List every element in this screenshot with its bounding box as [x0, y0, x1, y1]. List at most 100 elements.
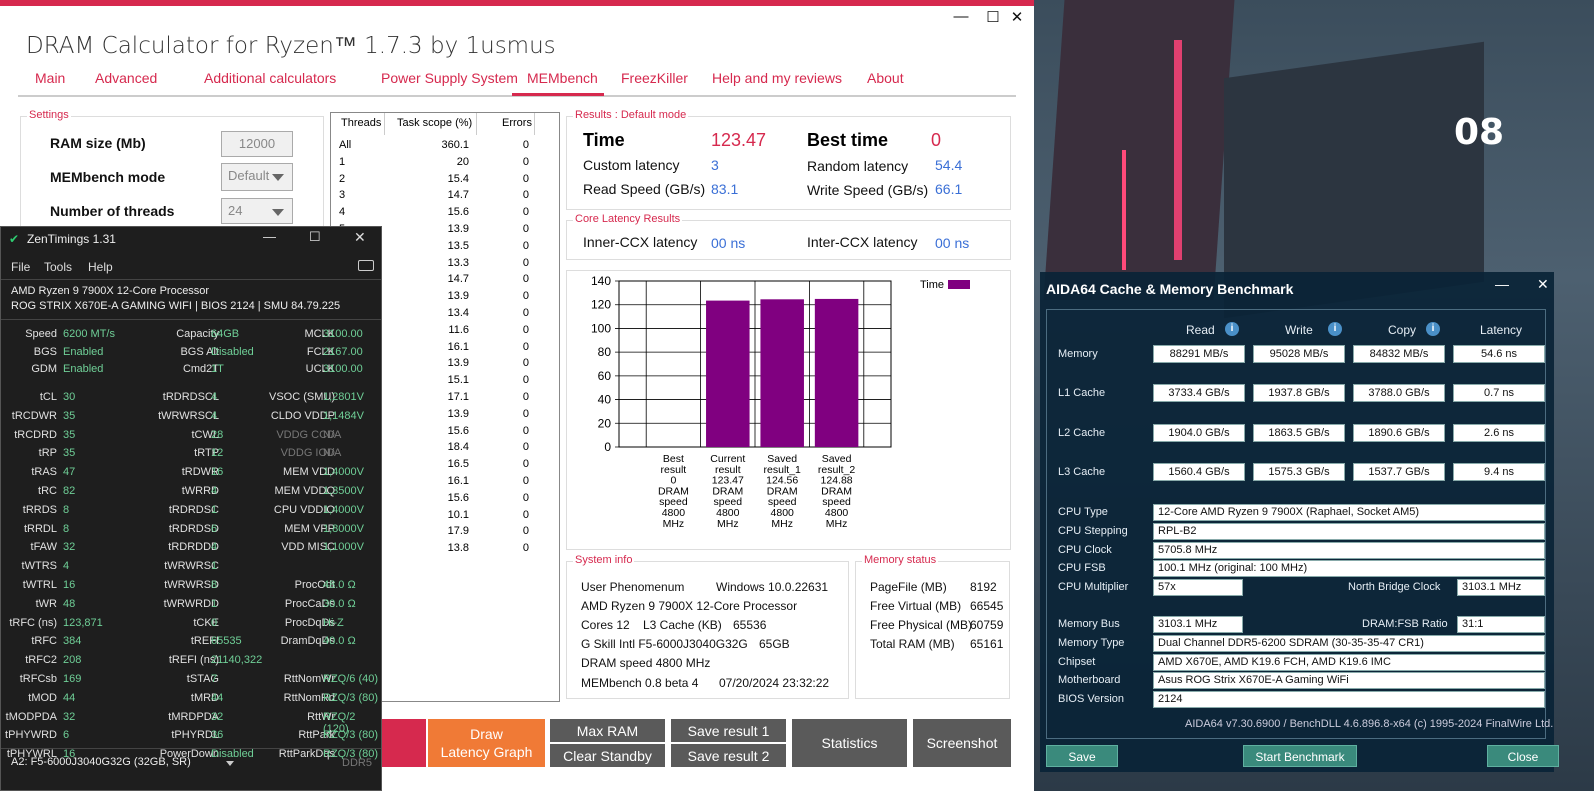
aida-result-cell: 54.6 ns [1453, 345, 1545, 363]
user-label: User Phenomenum [581, 580, 685, 594]
memory-type-value: Dual Channel DDR5-6200 SDRAM (30-35-35-4… [1153, 635, 1545, 652]
clear-standby-button[interactable]: Clear Standby [550, 744, 665, 767]
thread-id: 1 [339, 155, 346, 168]
errors: 0 [522, 508, 529, 521]
maximize-button[interactable]: ☐ [309, 229, 321, 245]
screenshot-button[interactable]: Screenshot [913, 719, 1011, 767]
task-scope-header: Task scope (%) [397, 117, 473, 129]
tab-help[interactable]: Help and my reviews [712, 70, 842, 86]
timing-label: tRP [38, 447, 57, 460]
close-dialog-button[interactable]: Close [1487, 745, 1559, 767]
aida-result-cell: 88291 MB/s [1153, 345, 1245, 363]
errors: 0 [522, 407, 529, 420]
save-result-2-button[interactable]: Save result 2 [671, 744, 786, 767]
timing-label: ProcOdt [294, 579, 335, 591]
menu-file[interactable]: File [11, 260, 30, 274]
active-tab-indicator [512, 93, 604, 96]
timing-label: tRC [38, 485, 57, 497]
chipset-value: AMD X670E, AMD K19.6 FCH, AMD K19.6 IMC [1153, 654, 1545, 671]
errors: 0 [522, 273, 529, 286]
minimize-button[interactable]: — [1495, 276, 1509, 292]
cpu-clock-value: 5705.8 MHz [1153, 542, 1545, 559]
timing-label: tWRWRSCL [158, 409, 219, 422]
module-select[interactable]: A2: F5-6000J3040G32G (32GB, SR) [11, 756, 191, 768]
l3-label: L3 Cache (KB) [643, 618, 722, 632]
write-speed-value: 66.1 [935, 181, 963, 197]
maximize-button[interactable]: ☐ [982, 8, 1004, 26]
legend-swatch [948, 280, 970, 289]
statistics-button[interactable]: Statistics [792, 719, 907, 767]
task-scope: 11.6 [448, 323, 469, 336]
timing-value: 123,871 [63, 616, 103, 629]
chevron-down-icon[interactable] [226, 761, 234, 766]
save-result-1-button[interactable]: Save result 1 [671, 719, 786, 742]
inter-ccx-label: Inter-CCX latency [807, 234, 918, 250]
wallpaper-building [1043, 0, 1235, 300]
results-group-label: Results : Default mode [573, 109, 689, 121]
cpu-fsb-value: 100.1 MHz (original: 100 MHz) [1153, 560, 1545, 577]
draw-latency-graph-button[interactable]: Draw Latency Graph [428, 719, 545, 767]
ram-size-input[interactable]: 12000 [221, 131, 293, 157]
tab-advanced[interactable]: Advanced [95, 70, 157, 86]
info-icon[interactable]: i [1225, 322, 1239, 336]
timing-label: tRTP [194, 447, 219, 460]
camera-icon[interactable] [358, 260, 374, 271]
timing-value: 3100.00 [323, 328, 363, 340]
memory-size: 65GB [759, 637, 790, 651]
header-divider [534, 113, 535, 135]
timing-label: tMOD [28, 691, 57, 704]
menu-help[interactable]: Help [88, 260, 113, 274]
minimize-button[interactable]: — [950, 8, 972, 25]
timing-label: Capacity [176, 328, 219, 340]
tab-freezkiller[interactable]: FreezKiller [621, 70, 688, 86]
timing-value: 1 [211, 597, 218, 610]
tab-about[interactable]: About [867, 70, 904, 86]
timing-label: tPHYRDL [171, 729, 219, 742]
timing-value: 48 [63, 597, 76, 610]
timing-value: 4 [211, 391, 218, 403]
close-button[interactable]: ✕ [1006, 8, 1028, 26]
timing-label: tRDRDSCL [162, 391, 219, 403]
timing-value: 1,1484V [323, 409, 364, 422]
latency-header: Latency [1480, 323, 1523, 337]
timing-value: 2167.00 [323, 345, 363, 358]
tab-power-supply[interactable]: Power Supply System [381, 70, 518, 86]
close-button[interactable]: ✕ [1537, 276, 1549, 293]
max-ram-button[interactable]: Max RAM [550, 719, 665, 742]
membench-mode-select[interactable]: Default [221, 163, 293, 191]
ddr-type: DDR5 [342, 757, 372, 769]
cores-value: Cores 12 [581, 618, 630, 632]
membench-mode-label: MEMbench mode [50, 169, 166, 185]
x-tick-label: MHz [826, 518, 848, 530]
timing-label: tMODPDA [5, 710, 57, 723]
tab-additional-calculators[interactable]: Additional calculators [204, 70, 336, 86]
timing-value: 1,4000V [323, 466, 364, 479]
random-latency-label: Random latency [807, 158, 909, 174]
timing-value: 82 [63, 485, 76, 497]
memory-status-group-label: Memory status [862, 554, 939, 566]
errors: 0 [522, 256, 529, 269]
timing-label: BGS Alt [180, 345, 219, 358]
dram-fsb-ratio-label: DRAM:FSB Ratio [1362, 618, 1448, 630]
start-benchmark-button[interactable]: Start Benchmark [1243, 745, 1357, 767]
timing-value: 1,8000V [323, 522, 364, 535]
table-row: 4 15.6 0 [331, 206, 531, 223]
info-icon[interactable]: i [1426, 322, 1440, 336]
minimize-button[interactable]: — [263, 229, 276, 244]
inter-ccx-value: 00 ns [935, 235, 970, 251]
timing-value: 21140,322 [211, 654, 263, 667]
dram-speed: DRAM speed 4800 MHz [581, 656, 711, 670]
tab-membench[interactable]: MEMbench [527, 70, 598, 86]
info-icon[interactable]: i [1328, 322, 1342, 336]
tab-main[interactable]: Main [35, 70, 65, 86]
timing-label: tRDRDSD [168, 522, 219, 535]
timestamp: 07/20/2024 23:32:22 [719, 676, 830, 690]
threads-select[interactable]: 24 [221, 198, 293, 224]
errors: 0 [522, 458, 529, 471]
menu-tools[interactable]: Tools [44, 260, 72, 274]
time-value: 123.47 [711, 130, 767, 150]
close-button[interactable]: ✕ [354, 229, 366, 246]
timing-label: GDM [31, 363, 57, 375]
save-button[interactable]: Save [1046, 745, 1118, 767]
timing-value: 64GB [211, 328, 240, 340]
